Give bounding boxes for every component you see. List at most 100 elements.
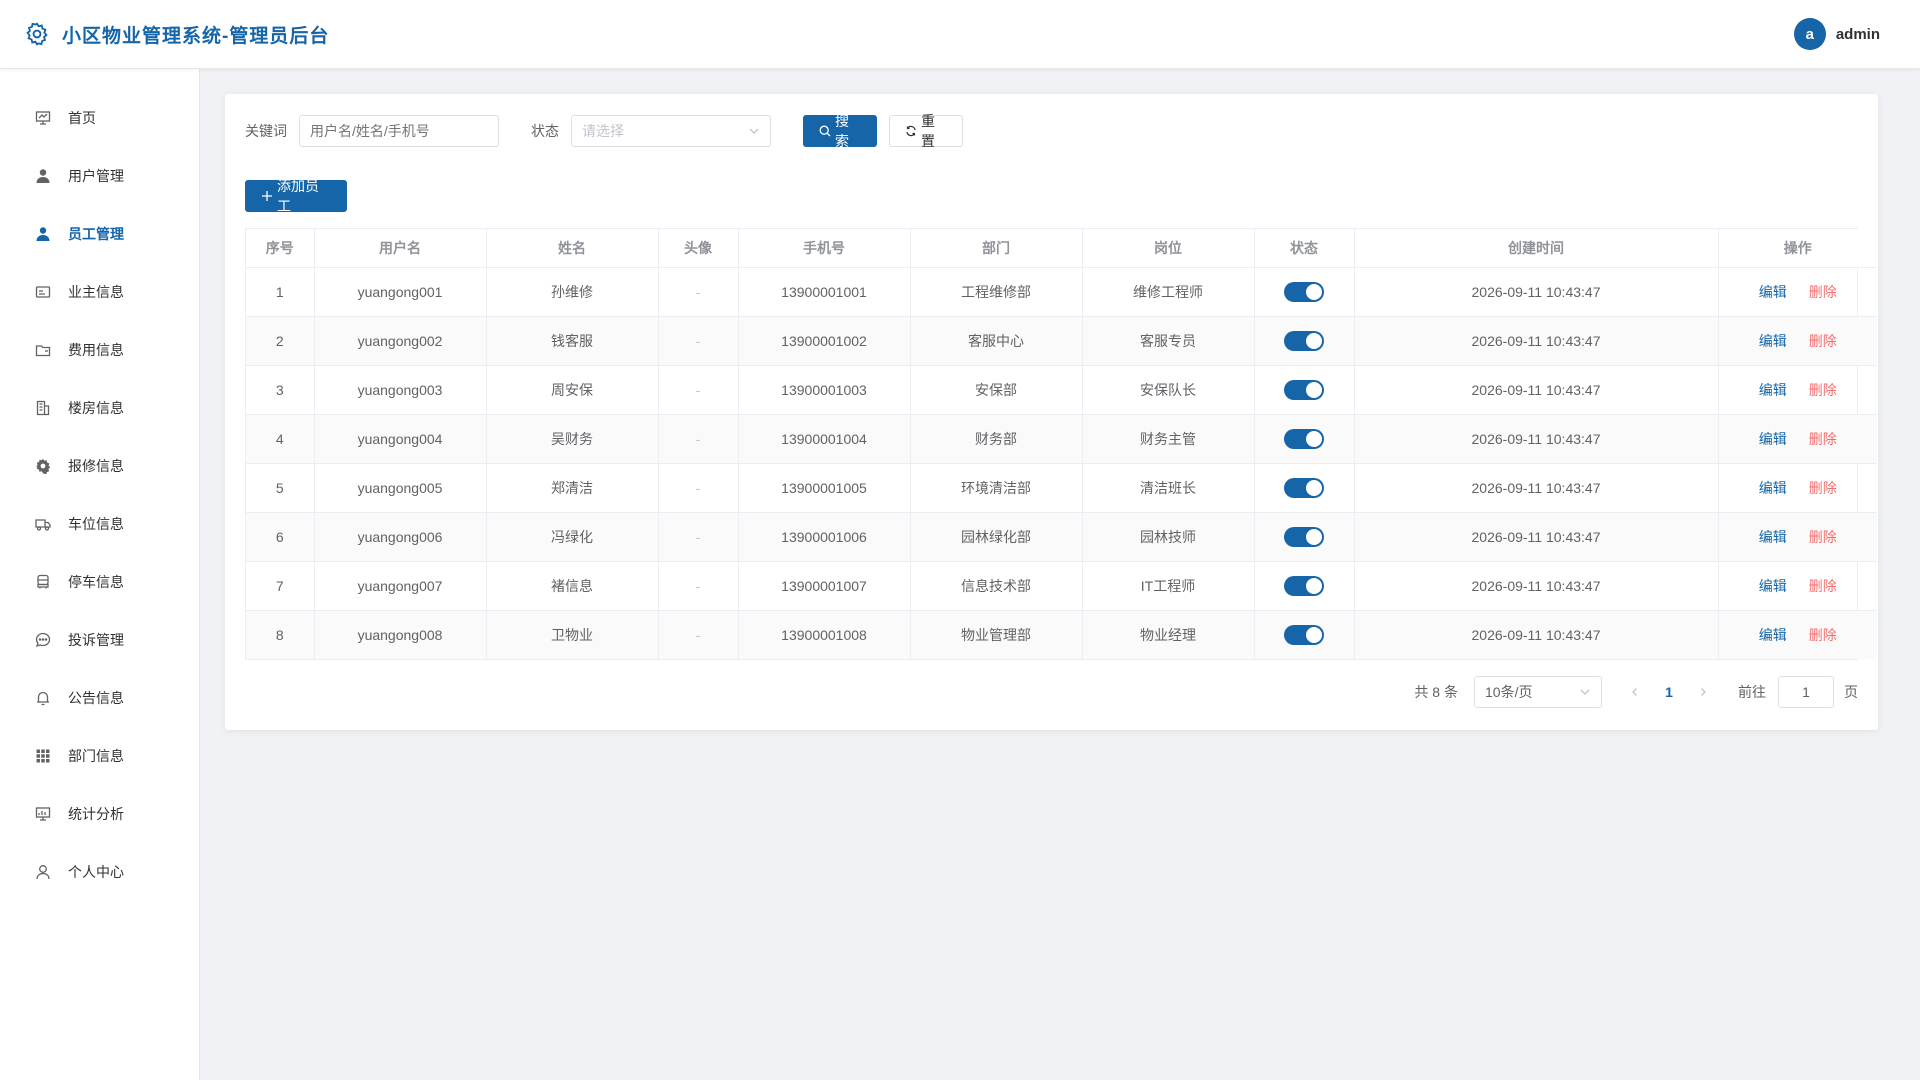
- page-size-select[interactable]: 10条/页: [1474, 676, 1602, 708]
- cell-name: 褚信息: [486, 561, 659, 611]
- delete-link[interactable]: 删除: [1809, 284, 1837, 300]
- add-staff-button[interactable]: 添加员工: [245, 178, 347, 214]
- cell-avatar: -: [658, 610, 739, 659]
- cell-status: [1254, 365, 1355, 415]
- status-toggle[interactable]: [1284, 330, 1324, 351]
- cell-phone: 13900001003: [738, 365, 911, 415]
- cell-dept: 物业管理部: [910, 610, 1083, 659]
- sidebar-item-profile[interactable]: 个人中心: [0, 843, 199, 901]
- cell-actions: 编辑 删除: [1718, 561, 1877, 611]
- page-suffix: 页: [1844, 684, 1858, 700]
- delete-link[interactable]: 删除: [1809, 431, 1837, 447]
- sidebar-item-statistics[interactable]: 统计分析: [0, 785, 199, 843]
- status-toggle[interactable]: [1284, 379, 1324, 400]
- folder-icon: [34, 341, 52, 359]
- truck-icon: [34, 515, 52, 533]
- column-header: 创建时间: [1354, 229, 1719, 268]
- brand: 小区物业管理系统-管理员后台: [24, 21, 329, 48]
- cell-username: yuangong006: [314, 512, 487, 562]
- bell-icon: [34, 689, 52, 707]
- sidebar-item-home[interactable]: 首页: [0, 89, 199, 147]
- status-toggle[interactable]: [1284, 281, 1324, 302]
- status-toggle[interactable]: [1284, 575, 1324, 596]
- user-icon: [34, 167, 52, 185]
- cell-created: 2026-09-11 10:43:47: [1354, 463, 1719, 513]
- cell-no: 2: [246, 316, 315, 366]
- table-row: 4 yuangong004 吴财务 - 13900001004 财务部 财务主管…: [246, 414, 1877, 464]
- edit-link[interactable]: 编辑: [1759, 284, 1787, 300]
- status-toggle[interactable]: [1284, 526, 1324, 547]
- goto-page-input[interactable]: [1778, 676, 1834, 708]
- sidebar-item-repairs[interactable]: 报修信息: [0, 437, 199, 495]
- edit-link[interactable]: 编辑: [1759, 333, 1787, 349]
- avatar[interactable]: a: [1793, 18, 1826, 50]
- status-select[interactable]: 请选择: [571, 115, 771, 147]
- sidebar: 首页 用户管理 员工管理 业主信息 费用信息 楼房信息 报修信息 车位信息 停车…: [0, 69, 200, 1080]
- staff-management-card: 关键词 状态 请选择 搜索 重置 添加员工: [225, 94, 1878, 730]
- delete-link[interactable]: 删除: [1809, 627, 1837, 643]
- sidebar-item-owners[interactable]: 业主信息: [0, 263, 199, 321]
- delete-link[interactable]: 删除: [1809, 480, 1837, 496]
- cell-post: 财务主管: [1082, 414, 1255, 464]
- search-button[interactable]: 搜索: [803, 113, 877, 149]
- user-menu[interactable]: a admin: [1793, 18, 1880, 50]
- sidebar-item-departments[interactable]: 部门信息: [0, 727, 199, 785]
- sidebar-item-fees[interactable]: 费用信息: [0, 321, 199, 379]
- cell-post: 维修工程师: [1082, 267, 1255, 317]
- page-number-current[interactable]: 1: [1654, 684, 1684, 700]
- delete-link[interactable]: 删除: [1809, 529, 1837, 545]
- table-row: 1 yuangong001 孙维修 - 13900001001 工程维修部 维修…: [246, 267, 1877, 317]
- cell-phone: 13900001004: [738, 414, 911, 464]
- status-toggle[interactable]: [1284, 428, 1324, 449]
- delete-link[interactable]: 删除: [1809, 578, 1837, 594]
- sidebar-item-notices[interactable]: 公告信息: [0, 669, 199, 727]
- goto-label: 前往: [1738, 684, 1766, 700]
- edit-link[interactable]: 编辑: [1759, 382, 1787, 398]
- chevron-down-icon: [1579, 686, 1591, 698]
- building-icon: [34, 399, 52, 417]
- edit-link[interactable]: 编辑: [1759, 431, 1787, 447]
- sidebar-item-parking-spaces[interactable]: 车位信息: [0, 495, 199, 553]
- chevron-left-icon: [1632, 688, 1637, 696]
- sidebar-item-label: 个人中心: [68, 864, 124, 880]
- cell-username: yuangong005: [314, 463, 487, 513]
- status-toggle[interactable]: [1284, 624, 1324, 645]
- cell-no: 3: [246, 365, 315, 415]
- cell-name: 孙维修: [486, 267, 659, 317]
- sidebar-item-label: 车位信息: [68, 516, 124, 532]
- chevron-down-icon: [748, 125, 760, 137]
- sidebar-item-parking[interactable]: 停车信息: [0, 553, 199, 611]
- edit-link[interactable]: 编辑: [1759, 627, 1787, 643]
- add-staff-button-label: 添加员工: [277, 178, 319, 214]
- gear-icon: [34, 457, 52, 475]
- user-name[interactable]: admin: [1836, 26, 1880, 43]
- delete-link[interactable]: 删除: [1809, 333, 1837, 349]
- cell-created: 2026-09-11 10:43:47: [1354, 267, 1719, 317]
- cell-dept: 信息技术部: [910, 561, 1083, 611]
- keyword-input[interactable]: [299, 115, 499, 147]
- table-row: 6 yuangong006 冯绿化 - 13900001006 园林绿化部 园林…: [246, 512, 1877, 562]
- sidebar-item-complaints[interactable]: 投诉管理: [0, 611, 199, 669]
- cell-avatar: -: [658, 316, 739, 366]
- next-page-button[interactable]: [1688, 684, 1718, 700]
- cell-username: yuangong008: [314, 610, 487, 659]
- sidebar-item-buildings[interactable]: 楼房信息: [0, 379, 199, 437]
- sidebar-item-staff[interactable]: 员工管理: [0, 205, 199, 263]
- cell-avatar: -: [658, 463, 739, 513]
- reset-button[interactable]: 重置: [889, 113, 963, 149]
- cell-status: [1254, 267, 1355, 317]
- edit-link[interactable]: 编辑: [1759, 529, 1787, 545]
- delete-link[interactable]: 删除: [1809, 382, 1837, 398]
- column-header: 部门: [910, 229, 1083, 268]
- cell-actions: 编辑 删除: [1718, 414, 1877, 464]
- edit-link[interactable]: 编辑: [1759, 480, 1787, 496]
- edit-link[interactable]: 编辑: [1759, 578, 1787, 594]
- sidebar-item-users[interactable]: 用户管理: [0, 147, 199, 205]
- cell-no: 8: [246, 610, 315, 659]
- cell-status: [1254, 316, 1355, 366]
- cell-status: [1254, 512, 1355, 562]
- status-toggle[interactable]: [1284, 477, 1324, 498]
- cell-created: 2026-09-11 10:43:47: [1354, 561, 1719, 611]
- prev-page-button[interactable]: [1620, 684, 1650, 700]
- table-row: 2 yuangong002 钱客服 - 13900001002 客服中心 客服专…: [246, 316, 1877, 366]
